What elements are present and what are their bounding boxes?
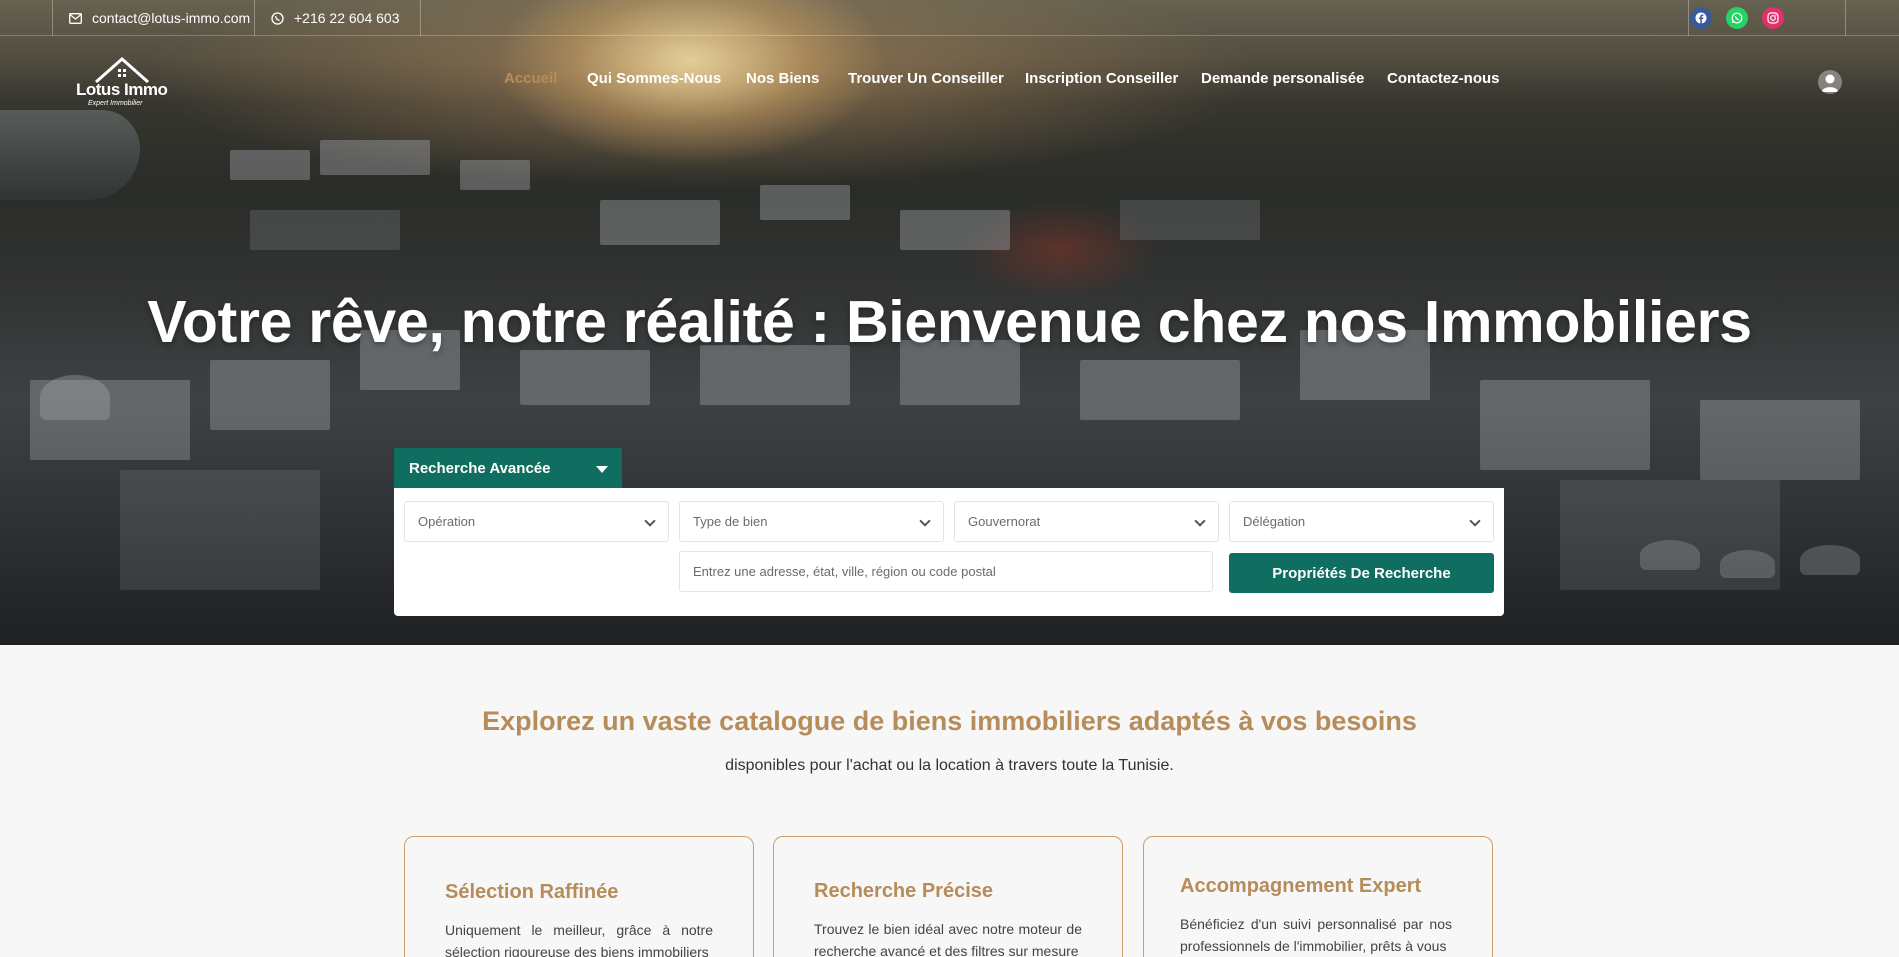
phone-link[interactable]: +216 22 604 603 (270, 0, 400, 36)
chevron-down-icon (1194, 515, 1206, 527)
delegation-select-value: Délégation (1243, 514, 1306, 529)
email-link[interactable]: contact@lotus-immo.com (68, 0, 250, 36)
search-properties-button[interactable]: Propriétés De Recherche (1229, 553, 1494, 593)
hero-title: Votre rêve, notre réalité : Bienvenue ch… (147, 289, 1752, 355)
governorate-select[interactable]: Gouvernorat (954, 501, 1219, 542)
chevron-down-icon (919, 515, 931, 527)
feature-card-title: Sélection Raffinée (445, 881, 619, 903)
operation-select-value: Opération (418, 514, 476, 529)
address-input[interactable] (679, 551, 1213, 592)
search-panel: Opération Type de bien Gouvernorat Délég… (394, 488, 1504, 616)
nav-trouver-conseiller[interactable]: Trouver Un Conseiller (848, 70, 1004, 87)
delegation-select[interactable]: Délégation (1229, 501, 1494, 542)
chevron-down-icon (644, 515, 656, 527)
caret-down-icon (596, 466, 608, 473)
feature-card-title: Accompagnement Expert (1180, 875, 1422, 897)
whatsapp-social-icon[interactable] (1726, 7, 1748, 29)
email-text: contact@lotus-immo.com (92, 10, 251, 26)
property-type-select-value: Type de bien (693, 514, 768, 529)
divider (420, 0, 421, 36)
section-title: Explorez un vaste catalogue de biens imm… (482, 706, 1417, 736)
feature-card: Recherche Précise Trouvez le bien idéal … (773, 836, 1123, 957)
nav-accueil[interactable]: Accueil (504, 70, 557, 87)
envelope-icon (68, 11, 82, 25)
phone-text: +216 22 604 603 (294, 10, 400, 26)
logo-tagline: Expert Immobilier (88, 100, 143, 107)
user-account-icon[interactable] (1818, 70, 1842, 94)
top-bar: contact@lotus-immo.com +216 22 604 603 (0, 0, 1899, 36)
feature-card-title: Recherche Précise (814, 880, 994, 902)
divider (1688, 0, 1689, 36)
feature-card: Sélection Raffinée Uniquement le meilleu… (404, 836, 754, 957)
nav-qui-sommes-nous[interactable]: Qui Sommes-Nous (587, 70, 721, 87)
instagram-icon[interactable] (1762, 7, 1784, 29)
logo-name: Lotus Immo (76, 80, 168, 99)
facebook-icon[interactable] (1690, 7, 1712, 29)
chevron-down-icon (1469, 515, 1481, 527)
site-logo[interactable]: Lotus Immo Expert Immobilier (76, 56, 172, 110)
property-type-select[interactable]: Type de bien (679, 501, 944, 542)
advanced-search-tab[interactable]: Recherche Avancée (394, 448, 622, 488)
divider (254, 0, 255, 36)
divider (52, 0, 53, 36)
governorate-select-value: Gouvernorat (968, 514, 1041, 529)
nav-inscription-conseiller[interactable]: Inscription Conseiller (1025, 70, 1178, 87)
feature-card: Accompagnement Expert Bénéficiez d'un su… (1143, 836, 1493, 957)
operation-select[interactable]: Opération (404, 501, 669, 542)
whatsapp-icon (270, 11, 284, 25)
nav-nos-biens[interactable]: Nos Biens (746, 70, 819, 87)
feature-card-text: Trouvez le bien idéal avec notre moteur … (814, 921, 1082, 957)
feature-card-text: Bénéficiez d'un suivi personnalisé par n… (1180, 916, 1452, 954)
nav-demande-personalisee[interactable]: Demande personalisée (1201, 70, 1364, 87)
divider (1845, 0, 1846, 36)
section-subtitle: disponibles pour l'achat ou la location … (725, 757, 1174, 774)
nav-contactez-nous[interactable]: Contactez-nous (1387, 70, 1500, 87)
feature-card-text: Uniquement le meilleur, grâce à notre sé… (445, 922, 713, 957)
advanced-search-label: Recherche Avancée (409, 459, 551, 477)
